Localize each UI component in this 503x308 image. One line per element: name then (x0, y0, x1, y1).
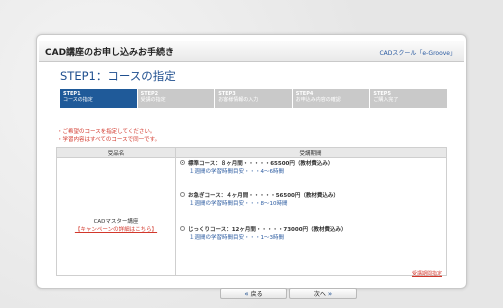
column-header-period: 受講期間 (299, 151, 322, 157)
course-study-hours: １週間の学習時間目安・・・8～10時間 (189, 201, 288, 207)
step-label: コースの指定 (63, 97, 93, 103)
header-bar: CAD講座のお申し込みお手続き CADスクール「e-Groove」 (39, 41, 464, 62)
course-title: じっくりコース：12ヶ月間・・・・・73000円（教材費込み） (188, 227, 347, 233)
course-study-hours: １週間の学習時間目安・・・4～6時間 (189, 169, 284, 175)
back-button[interactable]: « 戻る (220, 288, 287, 299)
radio-button[interactable] (180, 192, 185, 197)
column-header-product: 受品名 (107, 151, 125, 157)
table-header: 受品名 受講期間 (57, 148, 446, 158)
course-title: お急ぎコース：４ヶ月間・・・・・56500円（教材費込み） (188, 193, 339, 199)
step-label: お客様情報の入力 (218, 97, 259, 103)
step-5: STEP5 ご購入完了 (370, 89, 447, 108)
campaign-details-link[interactable]: 【キャンペーンの詳細はこちら】 (57, 226, 175, 234)
course-table: 受品名 受講期間 CADマスター講座 【キャンペーンの詳細はこちら】 標準コース… (56, 147, 447, 277)
brand-label: CADスクール「e-Groove」 (379, 50, 456, 57)
radio-button[interactable] (180, 160, 185, 165)
step-2: STEP2 受講の指定 (137, 89, 216, 108)
back-button-label: 戻る (250, 291, 263, 298)
course-title: 標準コース：８ヶ月間・・・・・65500円（教材費込み） (188, 161, 334, 167)
next-button[interactable]: 次へ » (289, 288, 357, 299)
radio-button[interactable] (180, 226, 185, 231)
course-option-relaxed[interactable]: じっくりコース：12ヶ月間・・・・・73000円（教材費込み） １週間の学習時間… (180, 226, 347, 242)
note-line: ・学習内容はすべてのコースで同一です。 (57, 137, 161, 143)
step-4: STEP4 お申込み内容の確認 (292, 89, 371, 108)
step-3: STEP3 お客様情報の入力 (215, 89, 293, 108)
step-label: お申込み内容の確認 (295, 97, 341, 103)
double-right-arrow-icon: » (327, 290, 333, 298)
course-option-standard[interactable]: 標準コース：８ヶ月間・・・・・65500円（教材費込み） １週間の学習時間目安・… (180, 160, 333, 176)
note-line: ・ご希望のコースを指定してください。 (57, 129, 156, 135)
step-progress-bar: STEP1 コースの指定 STEP2 受講の指定 STEP3 お客様情報の入力 … (60, 89, 447, 108)
step-label: ご購入完了 (373, 97, 399, 103)
double-left-arrow-icon: « (244, 290, 249, 298)
column-divider (175, 148, 176, 275)
step-1: STEP1 コースの指定 (60, 89, 138, 108)
period-specify-link[interactable]: 受講期間指定 (412, 270, 442, 277)
step-label: 受講の指定 (140, 97, 166, 103)
next-button-label: 次へ (313, 291, 326, 298)
course-option-express[interactable]: お急ぎコース：４ヶ月間・・・・・56500円（教材費込み） １週間の学習時間目安… (180, 192, 339, 208)
product-name: CADマスター講座 (93, 219, 139, 225)
course-study-hours: １週間の学習時間目安・・・1～3時間 (189, 235, 284, 241)
main-panel: CAD講座のお申し込みお手続き CADスクール「e-Groove」 STEP1：… (36, 34, 467, 299)
instruction-notes: ・ご希望のコースを指定してください。 ・学習内容はすべてのコースで同一です。 (57, 128, 160, 144)
page-title: STEP1：コースの指定 (60, 69, 176, 83)
page-header-title: CAD講座のお申し込みお手続き (45, 48, 175, 58)
product-cell: CADマスター講座 【キャンペーンの詳細はこちら】 (57, 218, 175, 234)
